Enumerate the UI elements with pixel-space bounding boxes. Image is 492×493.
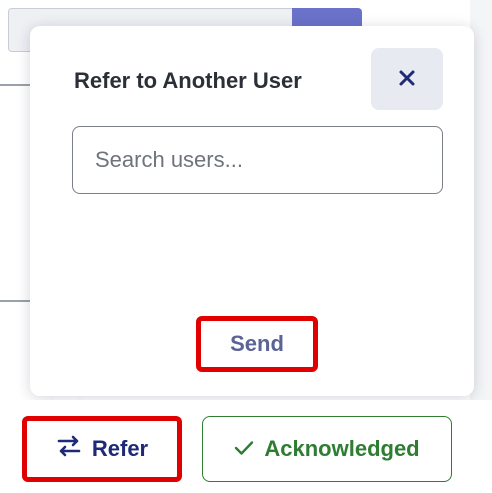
background-divider xyxy=(0,300,30,302)
popover-title: Refer to Another User xyxy=(74,68,302,93)
close-button[interactable] xyxy=(371,48,443,110)
search-users-input[interactable] xyxy=(72,126,443,194)
send-button[interactable]: Send xyxy=(196,316,318,372)
background-divider xyxy=(0,84,30,86)
acknowledged-label: Acknowledged xyxy=(264,436,420,461)
transfer-arrows-icon xyxy=(56,434,82,464)
acknowledged-button[interactable]: Acknowledged xyxy=(202,416,452,482)
refer-button[interactable]: Refer xyxy=(22,416,182,482)
close-icon xyxy=(398,69,416,90)
refer-label: Refer xyxy=(91,436,149,461)
checkmark-icon xyxy=(234,436,254,462)
refer-popover: Refer to Another User Send xyxy=(30,26,474,396)
